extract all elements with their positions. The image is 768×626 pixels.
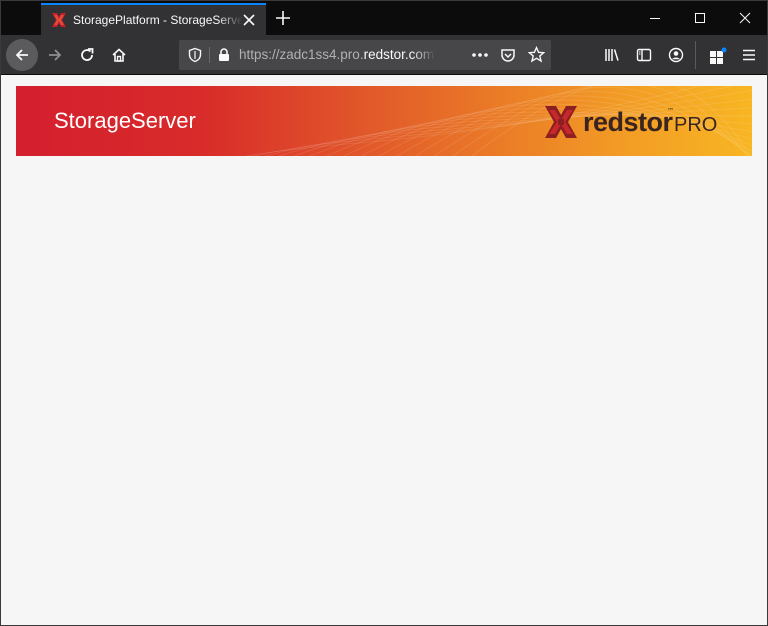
close-window-icon	[739, 12, 751, 24]
library-button[interactable]	[596, 39, 628, 71]
maximize-button[interactable]	[677, 1, 722, 35]
sidebar-button[interactable]	[628, 39, 660, 71]
address-bar[interactable]: https://zadc1ss4.pro.redstor.com	[179, 40, 551, 70]
sidebar-icon	[636, 48, 652, 62]
tab-storageplatform[interactable]: StoragePlatform - StorageServer	[41, 3, 266, 35]
logo-trademark: ™	[667, 107, 674, 115]
navigation-toolbar: https://zadc1ss4.pro.redstor.com	[1, 35, 767, 75]
home-icon	[112, 48, 126, 62]
page-actions-icon[interactable]	[471, 47, 489, 63]
logo-pro-suffix: PRO	[674, 114, 718, 136]
new-tab-icon[interactable]	[274, 9, 292, 27]
tab-strip: StoragePlatform - StorageServer	[1, 1, 767, 35]
page-content: StorageServer redstor ™ PRO	[1, 75, 767, 625]
reload-icon	[81, 48, 94, 61]
extensions-icon	[710, 47, 727, 64]
account-icon	[668, 47, 684, 63]
url-prefix: https://zadc1ss4.pro.	[239, 47, 364, 62]
hamburger-menu-icon	[743, 49, 755, 61]
redstor-pro-logo: redstor ™ PRO	[543, 104, 743, 140]
menu-button[interactable]	[733, 39, 765, 71]
arrow-right-icon	[49, 49, 62, 61]
url-text[interactable]: https://zadc1ss4.pro.redstor.com	[239, 40, 435, 70]
back-button[interactable]	[6, 39, 38, 71]
browser-window: StoragePlatform - StorageServer https://…	[0, 0, 768, 626]
redstor-favicon-icon	[52, 13, 66, 27]
lock-icon[interactable]	[216, 47, 232, 63]
app-title: StorageServer	[54, 108, 196, 133]
pocket-icon[interactable]	[500, 47, 516, 63]
minimize-icon	[650, 18, 660, 19]
home-button[interactable]	[103, 39, 135, 71]
address-divider	[209, 47, 210, 63]
close-tab-icon[interactable]	[242, 13, 256, 27]
logo-wordmark: redstor	[583, 107, 673, 137]
maximize-icon	[695, 13, 705, 23]
reload-button[interactable]	[71, 39, 103, 71]
library-icon	[605, 49, 619, 61]
arrow-left-icon	[15, 49, 28, 61]
minimize-button[interactable]	[632, 1, 677, 35]
url-domain: redstor.com	[363, 47, 435, 62]
close-window-button[interactable]	[722, 1, 767, 35]
account-button[interactable]	[660, 39, 692, 71]
toolbar-separator	[695, 41, 696, 69]
tab-title: StoragePlatform - StorageServer	[73, 13, 243, 27]
redstor-logo-mark-icon	[545, 106, 577, 138]
header-banner: StorageServer redstor ™ PRO	[16, 86, 752, 156]
forward-button[interactable]	[39, 39, 71, 71]
shield-icon[interactable]	[187, 47, 203, 63]
bookmark-star-icon[interactable]	[528, 46, 545, 63]
extensions-button[interactable]	[701, 39, 733, 71]
